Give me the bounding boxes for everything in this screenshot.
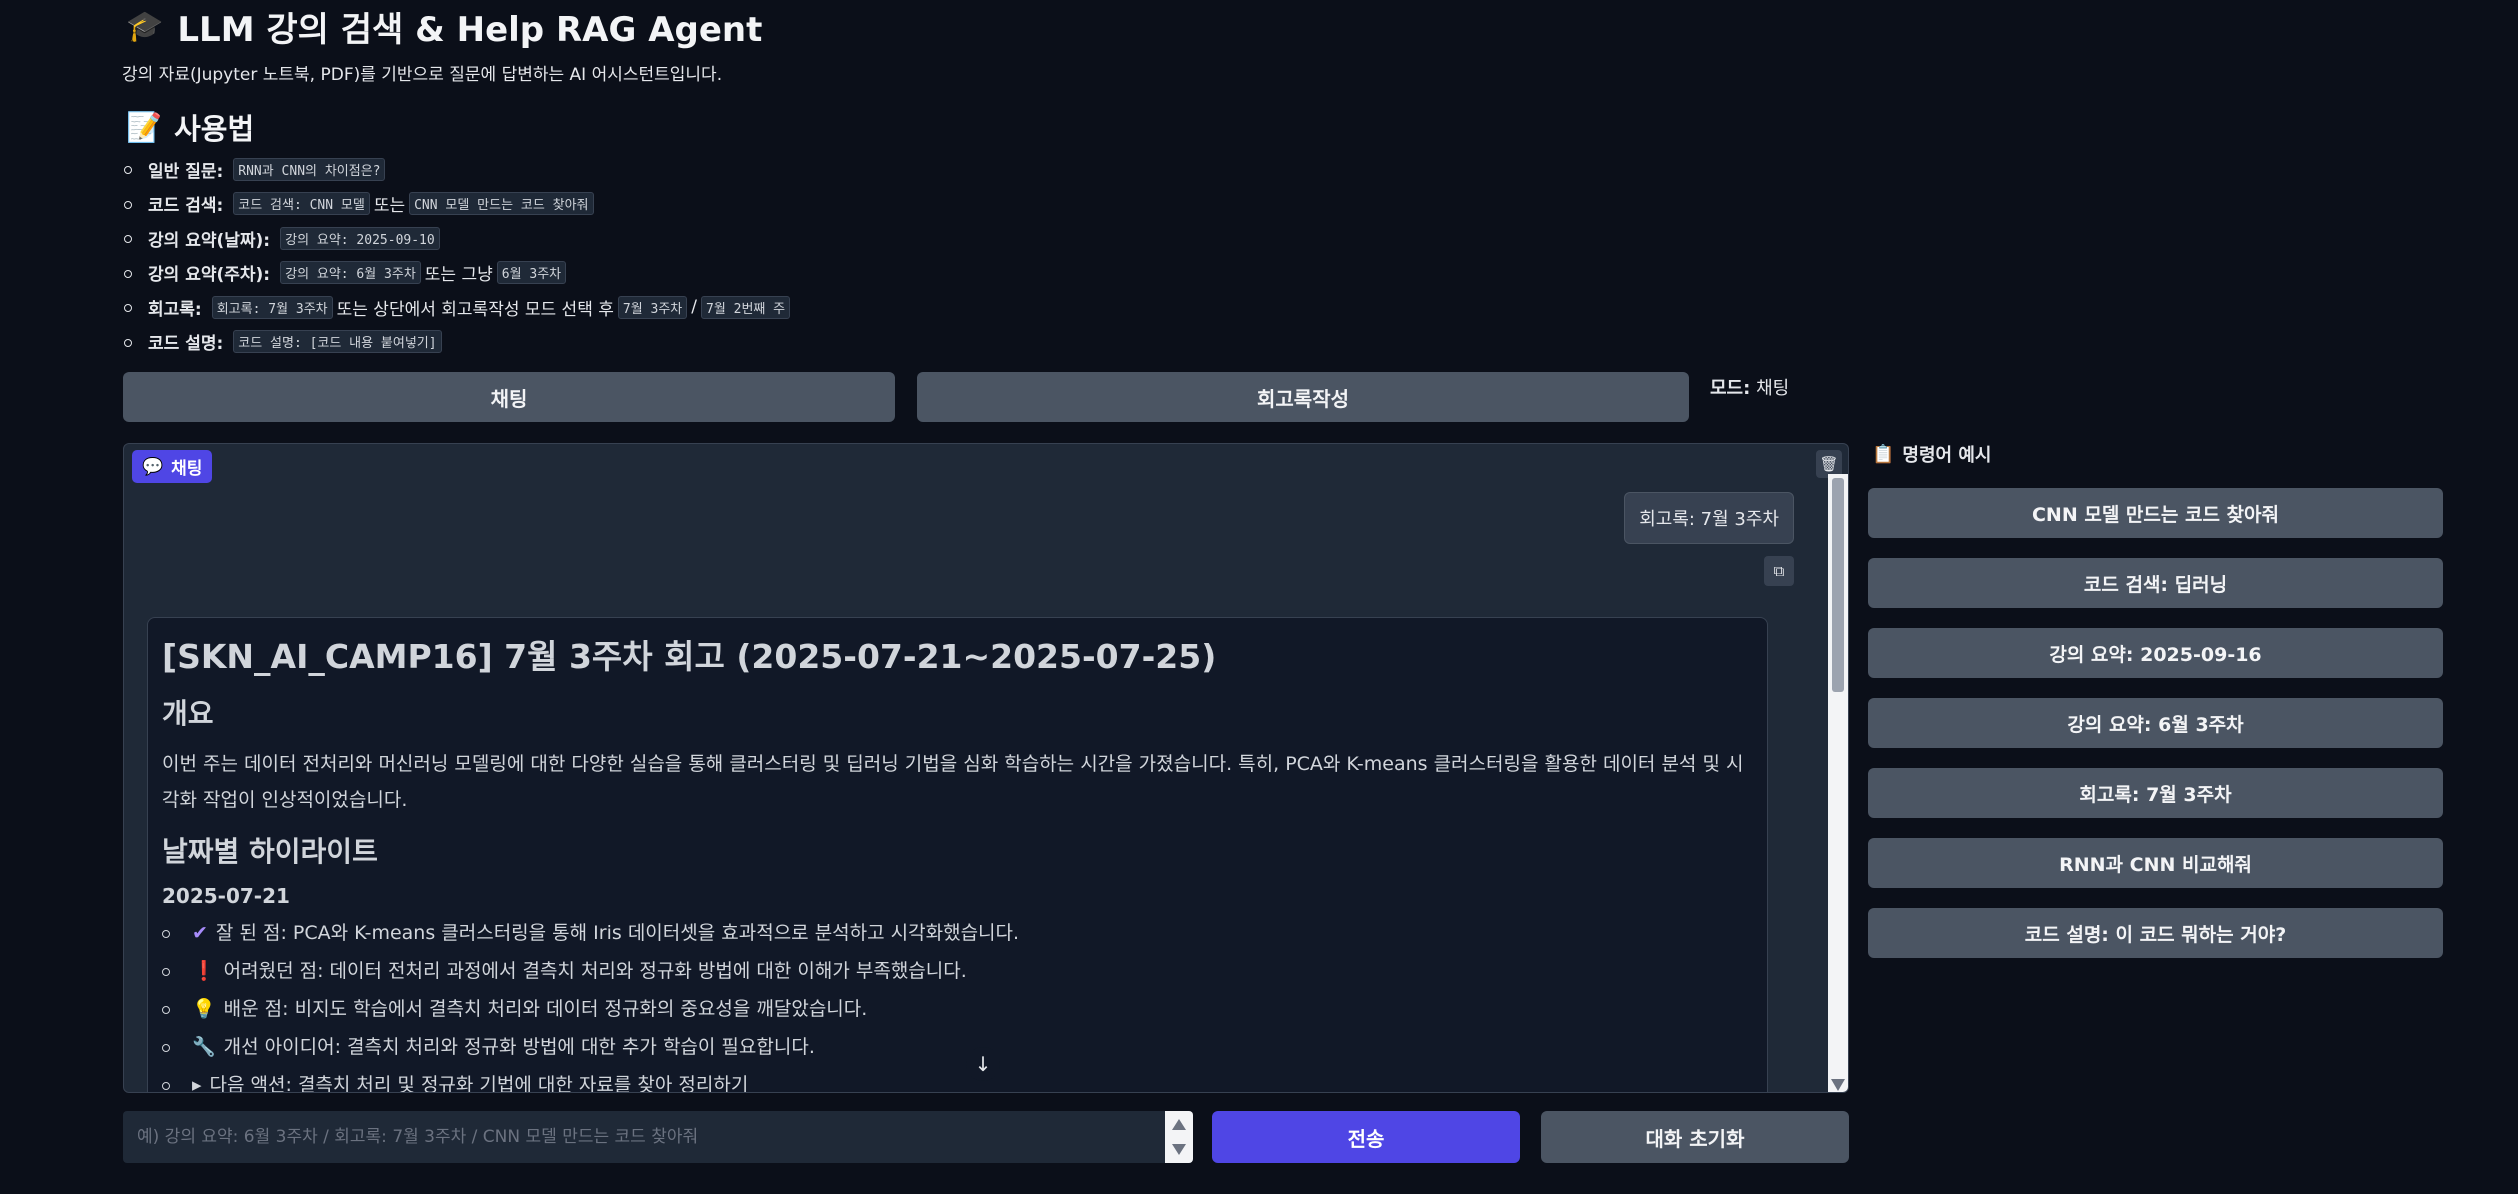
usage-separator: / (691, 297, 697, 318)
chat-scrollbar[interactable] (1828, 474, 1848, 1092)
overview-heading: 개요 (162, 697, 214, 730)
retrospective-title: [SKN_AI_CAMP16] 7월 3주차 회고 (2025-07-21~20… (162, 637, 1217, 676)
spinner-up-arrow-icon[interactable] (1172, 1119, 1186, 1130)
usage-separator: 또는 그냥 (424, 265, 493, 286)
usage-label: 코드 검색: (148, 196, 224, 217)
example-button[interactable]: CNN 모델 만드는 코드 찾아줘 (1868, 488, 2443, 538)
list-item-text: 다음 액션: 결측치 처리 및 정규화 기법에 대한 자료를 찾아 정리하기 (209, 1074, 749, 1093)
lightbulb-icon: 💡 (192, 998, 216, 1020)
usage-label: 코드 설명: (148, 334, 224, 355)
usage-label: 회고록: (148, 299, 202, 320)
list-item: ✔ 잘 된 점: PCA와 K-means 클러스터링을 통해 Iris 데이터셋… (162, 914, 1753, 952)
usage-example-code: RNN과 CNN의 차이점은? (233, 157, 386, 181)
message-input[interactable] (123, 1111, 1163, 1163)
wrench-icon: 🔧 (192, 1036, 216, 1058)
usage-example-code: 7월 2번째 주 (701, 295, 791, 319)
highlights-heading: 날짜별 하이라이트 (162, 835, 378, 868)
usage-item-code-explain: 코드 설명: 코드 설명: [코드 내용 붙여넣기] (122, 325, 794, 360)
usage-example-code: 7월 3주차 (617, 295, 688, 319)
usage-heading: 📝 사용법 (126, 106, 254, 148)
usage-example-code: 강의 요약: 2025-09-10 (280, 226, 440, 250)
example-button[interactable]: 코드 설명: 이 코드 뭐하는 거야? (1868, 908, 2443, 958)
clipboard-icon: 📋 (1872, 443, 1895, 465)
scroll-to-bottom-arrow-icon[interactable]: ↓ (966, 1047, 1000, 1081)
usage-item-retrospective: 회고록: 회고록: 7월 3주차 또는 상단에서 회고록작성 모드 선택 후 7… (122, 290, 794, 325)
spinner-down-arrow-icon[interactable] (1172, 1144, 1186, 1155)
usage-example-code: 6월 3주차 (496, 261, 567, 285)
usage-item-summary-week: 강의 요약(주차): 강의 요약: 6월 3주차 또는 그냥 6월 3주차 (122, 256, 794, 291)
bot-message: [SKN_AI_CAMP16] 7월 3주차 회고 (2025-07-21~20… (147, 617, 1768, 1093)
overview-paragraph: 이번 주는 데이터 전처리와 머신러닝 모델링에 대한 다양한 실습을 통해 클… (162, 753, 1744, 811)
chatbot-panel: 💬 채팅 🗑 회고록: 7월 3주차 ⧉ [SKN_AI_CAMP16] 7월 … (123, 443, 1849, 1093)
current-mode-value: 채팅 (1756, 378, 1790, 399)
scrollbar-down-arrow-icon[interactable] (1831, 1079, 1845, 1091)
arrow-right-icon: ▸ (192, 1074, 202, 1093)
example-button[interactable]: 코드 검색: 딥러닝 (1868, 558, 2443, 608)
example-button[interactable]: 강의 요약: 2025-09-16 (1868, 628, 2443, 678)
list-item: 🔧 개선 아이디어: 결측치 처리와 정규화 방법에 대한 추가 학습이 필요합니… (162, 1028, 1753, 1066)
current-mode-label: 모드: 채팅 (1710, 374, 1789, 400)
list-item: ▸ 다음 액션: 결측치 처리 및 정규화 기법에 대한 자료를 찾아 정리하기 (162, 1066, 1753, 1093)
list-item-text: 배운 점: 비지도 학습에서 결측치 처리와 데이터 정규화의 중요성을 깨달았… (223, 998, 868, 1020)
check-icon: ✔ (192, 922, 208, 944)
message-input-wrapper (123, 1111, 1193, 1163)
graduation-cap-icon: 🎓 (126, 9, 164, 44)
example-button[interactable]: 강의 요약: 6월 3주차 (1868, 698, 2443, 748)
input-spinner[interactable] (1165, 1111, 1193, 1163)
usage-label: 일반 질문: (148, 161, 224, 182)
highlight-list: ✔ 잘 된 점: PCA와 K-means 클러스터링을 통해 Iris 데이터셋… (162, 914, 1753, 1093)
chatbot-label-text: 채팅 (171, 459, 203, 479)
example-button[interactable]: 회고록: 7월 3주차 (1868, 768, 2443, 818)
memo-icon: 📝 (126, 109, 163, 144)
retrospective-mode-button[interactable]: 회고록작성 (917, 372, 1689, 422)
usage-list: 일반 질문: RNN과 CNN의 차이점은? 코드 검색: 코드 검색: CNN… (122, 152, 794, 359)
list-item-text: 어려웠던 점: 데이터 전처리 과정에서 결측치 처리와 정규화 방법에 대한 … (223, 960, 967, 982)
usage-example-code: 코드 검색: CNN 모델 (233, 192, 370, 216)
current-mode-prefix: 모드: (1710, 378, 1751, 399)
page-title-text: LLM 강의 검색 & Help RAG Agent (177, 10, 763, 50)
reset-chat-button[interactable]: 대화 초기화 (1541, 1111, 1849, 1163)
usage-label: 강의 요약(날짜): (148, 230, 271, 251)
usage-item-summary-date: 강의 요약(날짜): 강의 요약: 2025-09-10 (122, 221, 794, 256)
chat-bubble-icon: 💬 (142, 456, 164, 477)
usage-label: 강의 요약(주차): (148, 265, 271, 286)
chatbot-label: 💬 채팅 (132, 450, 213, 483)
list-item: 💡 배운 점: 비지도 학습에서 결측치 처리와 데이터 정규화의 중요성을 깨달… (162, 990, 1753, 1028)
send-button[interactable]: 전송 (1212, 1111, 1520, 1163)
page-subtitle: 강의 자료(Jupyter 노트북, PDF)를 기반으로 질문에 답변하는 A… (122, 65, 723, 85)
highlight-date: 2025-07-21 (162, 884, 290, 908)
usage-item-code-search: 코드 검색: 코드 검색: CNN 모델 또는 CNN 모델 만드는 코드 찾아… (122, 187, 794, 222)
exclamation-icon: ❗ (192, 960, 216, 982)
usage-example-code: 코드 설명: [코드 내용 붙여넣기] (233, 330, 442, 354)
usage-example-code: 회고록: 7월 3주차 (211, 295, 333, 319)
usage-item-general: 일반 질문: RNN과 CNN의 차이점은? (122, 152, 794, 187)
list-item-text: 개선 아이디어: 결측치 처리와 정규화 방법에 대한 추가 학습이 필요합니다… (223, 1036, 815, 1058)
examples-heading: 📋 명령어 예시 (1872, 441, 1992, 467)
list-item: ❗ 어려웠던 점: 데이터 전처리 과정에서 결측치 처리와 정규화 방법에 대한… (162, 952, 1753, 990)
copy-icon[interactable]: ⧉ (1764, 556, 1794, 586)
usage-heading-text: 사용법 (174, 112, 255, 146)
user-message: 회고록: 7월 3주차 (1624, 492, 1794, 544)
page-title: 🎓 LLM 강의 검색 & Help RAG Agent (126, 2, 762, 51)
usage-separator: 또는 상단에서 회고록작성 모드 선택 후 (336, 299, 614, 320)
example-button[interactable]: RNN과 CNN 비교해줘 (1868, 838, 2443, 888)
scrollbar-thumb[interactable] (1832, 478, 1844, 692)
list-item-text: 잘 된 점: PCA와 K-means 클러스터링을 통해 Iris 데이터셋을… (215, 922, 1020, 944)
app-root: 🎓 LLM 강의 검색 & Help RAG Agent 강의 자료(Jupyt… (0, 0, 2518, 1194)
examples-heading-text: 명령어 예시 (1902, 445, 1992, 466)
usage-example-code: 강의 요약: 6월 3주차 (280, 261, 421, 285)
usage-separator: 또는 (373, 196, 406, 217)
usage-example-code: CNN 모델 만드는 코드 찾아줘 (409, 192, 594, 216)
chat-mode-button[interactable]: 채팅 (123, 372, 895, 422)
